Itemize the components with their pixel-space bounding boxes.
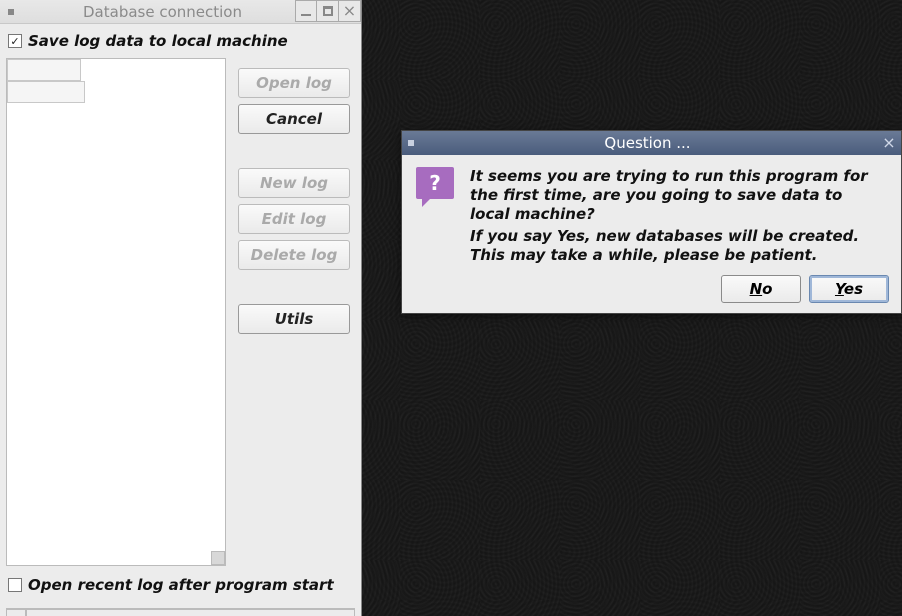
dialog-message: It seems you are trying to run this prog… [470, 167, 887, 265]
scroll-corner [211, 551, 225, 565]
dialog-title: Question ... [414, 134, 901, 152]
window-system-icon [8, 9, 14, 15]
open-log-button[interactable]: Open log [238, 68, 350, 98]
dialog-titlebar[interactable]: Question ... × [402, 131, 901, 155]
list-header-cell[interactable] [7, 81, 85, 103]
dialog-footer: No Yes [402, 275, 901, 313]
dialog-message-line1: It seems you are trying to run this prog… [470, 167, 887, 225]
cancel-button[interactable]: Cancel [238, 104, 350, 134]
close-button[interactable]: × [339, 0, 361, 22]
question-dialog: Question ... × ? It seems you are trying… [401, 130, 902, 314]
status-cell [26, 609, 355, 616]
dialog-close-button[interactable]: × [879, 132, 899, 152]
save-log-checkbox-row: Save log data to local machine [6, 32, 355, 50]
open-recent-label: Open recent log after program start [28, 576, 334, 594]
open-recent-checkbox-row: Open recent log after program start [6, 576, 355, 594]
yes-button[interactable]: Yes [809, 275, 889, 303]
utils-button[interactable]: Utils [238, 304, 350, 334]
save-log-checkbox[interactable] [8, 34, 22, 48]
main-content: Save log data to local machine Open log … [0, 24, 361, 616]
dialog-message-line2: If you say Yes, new databases will be cr… [470, 227, 887, 265]
main-titlebar[interactable]: Database connection × [0, 0, 361, 24]
open-recent-checkbox[interactable] [8, 578, 22, 592]
dialog-body: ? It seems you are trying to run this pr… [402, 155, 901, 275]
new-log-button[interactable]: New log [238, 168, 350, 198]
delete-log-button[interactable]: Delete log [238, 240, 350, 270]
database-connection-window: Database connection × Save log data to l… [0, 0, 362, 616]
window-controls: × [295, 0, 361, 24]
status-cell [6, 609, 26, 616]
minimize-button[interactable] [295, 0, 317, 22]
save-log-label: Save log data to local machine [28, 32, 288, 50]
question-icon: ? [416, 167, 454, 199]
button-column: Open log Cancel New log Edit log Delete … [238, 58, 350, 566]
maximize-button[interactable] [317, 0, 339, 22]
status-bar [6, 608, 355, 616]
bottom-area: Open recent log after program start [6, 566, 355, 616]
log-list-panel[interactable] [6, 58, 226, 566]
mid-row: Open log Cancel New log Edit log Delete … [6, 58, 355, 566]
edit-log-button[interactable]: Edit log [238, 204, 350, 234]
close-icon: × [343, 3, 356, 19]
close-icon: × [882, 133, 895, 152]
dialog-icon-wrap: ? [416, 167, 456, 265]
no-button[interactable]: No [721, 275, 801, 303]
list-header-cell[interactable] [7, 59, 81, 81]
